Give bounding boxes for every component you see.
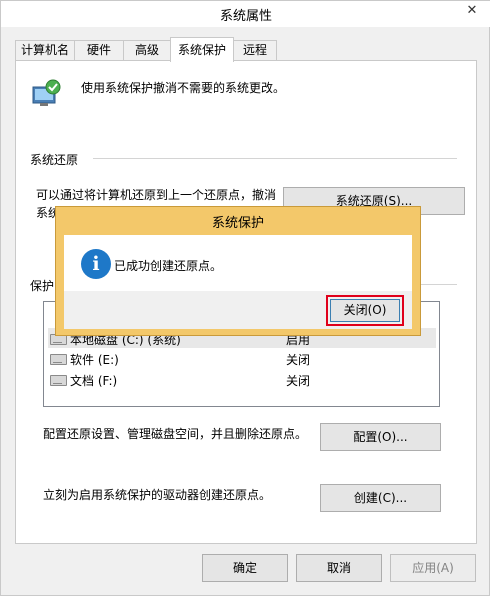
dialog-close-button[interactable]: 关闭(O) — [330, 299, 400, 322]
drive-name: 文档 (F:) — [70, 374, 118, 388]
intro-text: 使用系统保护撤消不需要的系统更改。 — [81, 81, 286, 95]
tab-hardware[interactable]: 硬件 — [74, 40, 124, 60]
info-icon: i — [81, 249, 111, 279]
create-button[interactable]: 创建(C)... — [320, 484, 441, 512]
dialog-title: 系统保护 — [211, 216, 264, 231]
drive-status: 关闭 — [286, 374, 311, 388]
dialog-message: 已成功创建还原点。 — [114, 259, 223, 273]
drive-name: 软件 (E:) — [70, 353, 119, 367]
ok-button[interactable]: 确定 — [202, 554, 288, 582]
drive-status: 关闭 — [286, 353, 311, 367]
list-item[interactable]: 软件 (E:) 关闭 — [48, 348, 436, 368]
window-title: 系统属性 — [219, 9, 272, 24]
tab-remote[interactable]: 远程 — [233, 40, 277, 60]
configure-button[interactable]: 配置(O)... — [320, 423, 441, 451]
create-description: 立刻为启用系统保护的驱动器创建还原点。 — [43, 488, 272, 502]
tab-system-protection[interactable]: 系统保护 — [170, 37, 234, 62]
success-dialog: 系统保护 i 已成功创建还原点。 关闭(O) — [55, 206, 421, 336]
system-properties-window: 系统属性 ✕ 计算机名 硬件 高级 系统保护 远程 使用系统保护撤消不需要的系统… — [0, 0, 490, 596]
close-icon[interactable]: ✕ — [453, 1, 490, 21]
restore-description: 可以通过将计算机还原到上一个还原点，撤消 — [36, 188, 277, 202]
list-item[interactable]: 文档 (F:) 关闭 — [48, 369, 436, 389]
tab-advanced[interactable]: 高级 — [123, 40, 171, 60]
system-restore-heading: 系统还原 — [30, 153, 79, 167]
dialog-footer: 关闭(O) — [64, 291, 412, 329]
drive-icon — [50, 375, 67, 386]
apply-button[interactable]: 应用(A) — [390, 554, 476, 582]
dialog-body: i 已成功创建还原点。 — [64, 235, 412, 291]
tab-computer-name[interactable]: 计算机名 — [15, 40, 75, 60]
system-protection-icon — [31, 77, 63, 109]
drive-icon — [50, 354, 67, 365]
cancel-button[interactable]: 取消 — [296, 554, 382, 582]
section-divider — [93, 158, 457, 159]
title-bar: 系统属性 ✕ — [1, 1, 490, 27]
configure-description: 配置还原设置、管理磁盘空间，并且删除还原点。 — [43, 427, 308, 441]
protection-settings-heading: 保护 — [30, 279, 55, 293]
